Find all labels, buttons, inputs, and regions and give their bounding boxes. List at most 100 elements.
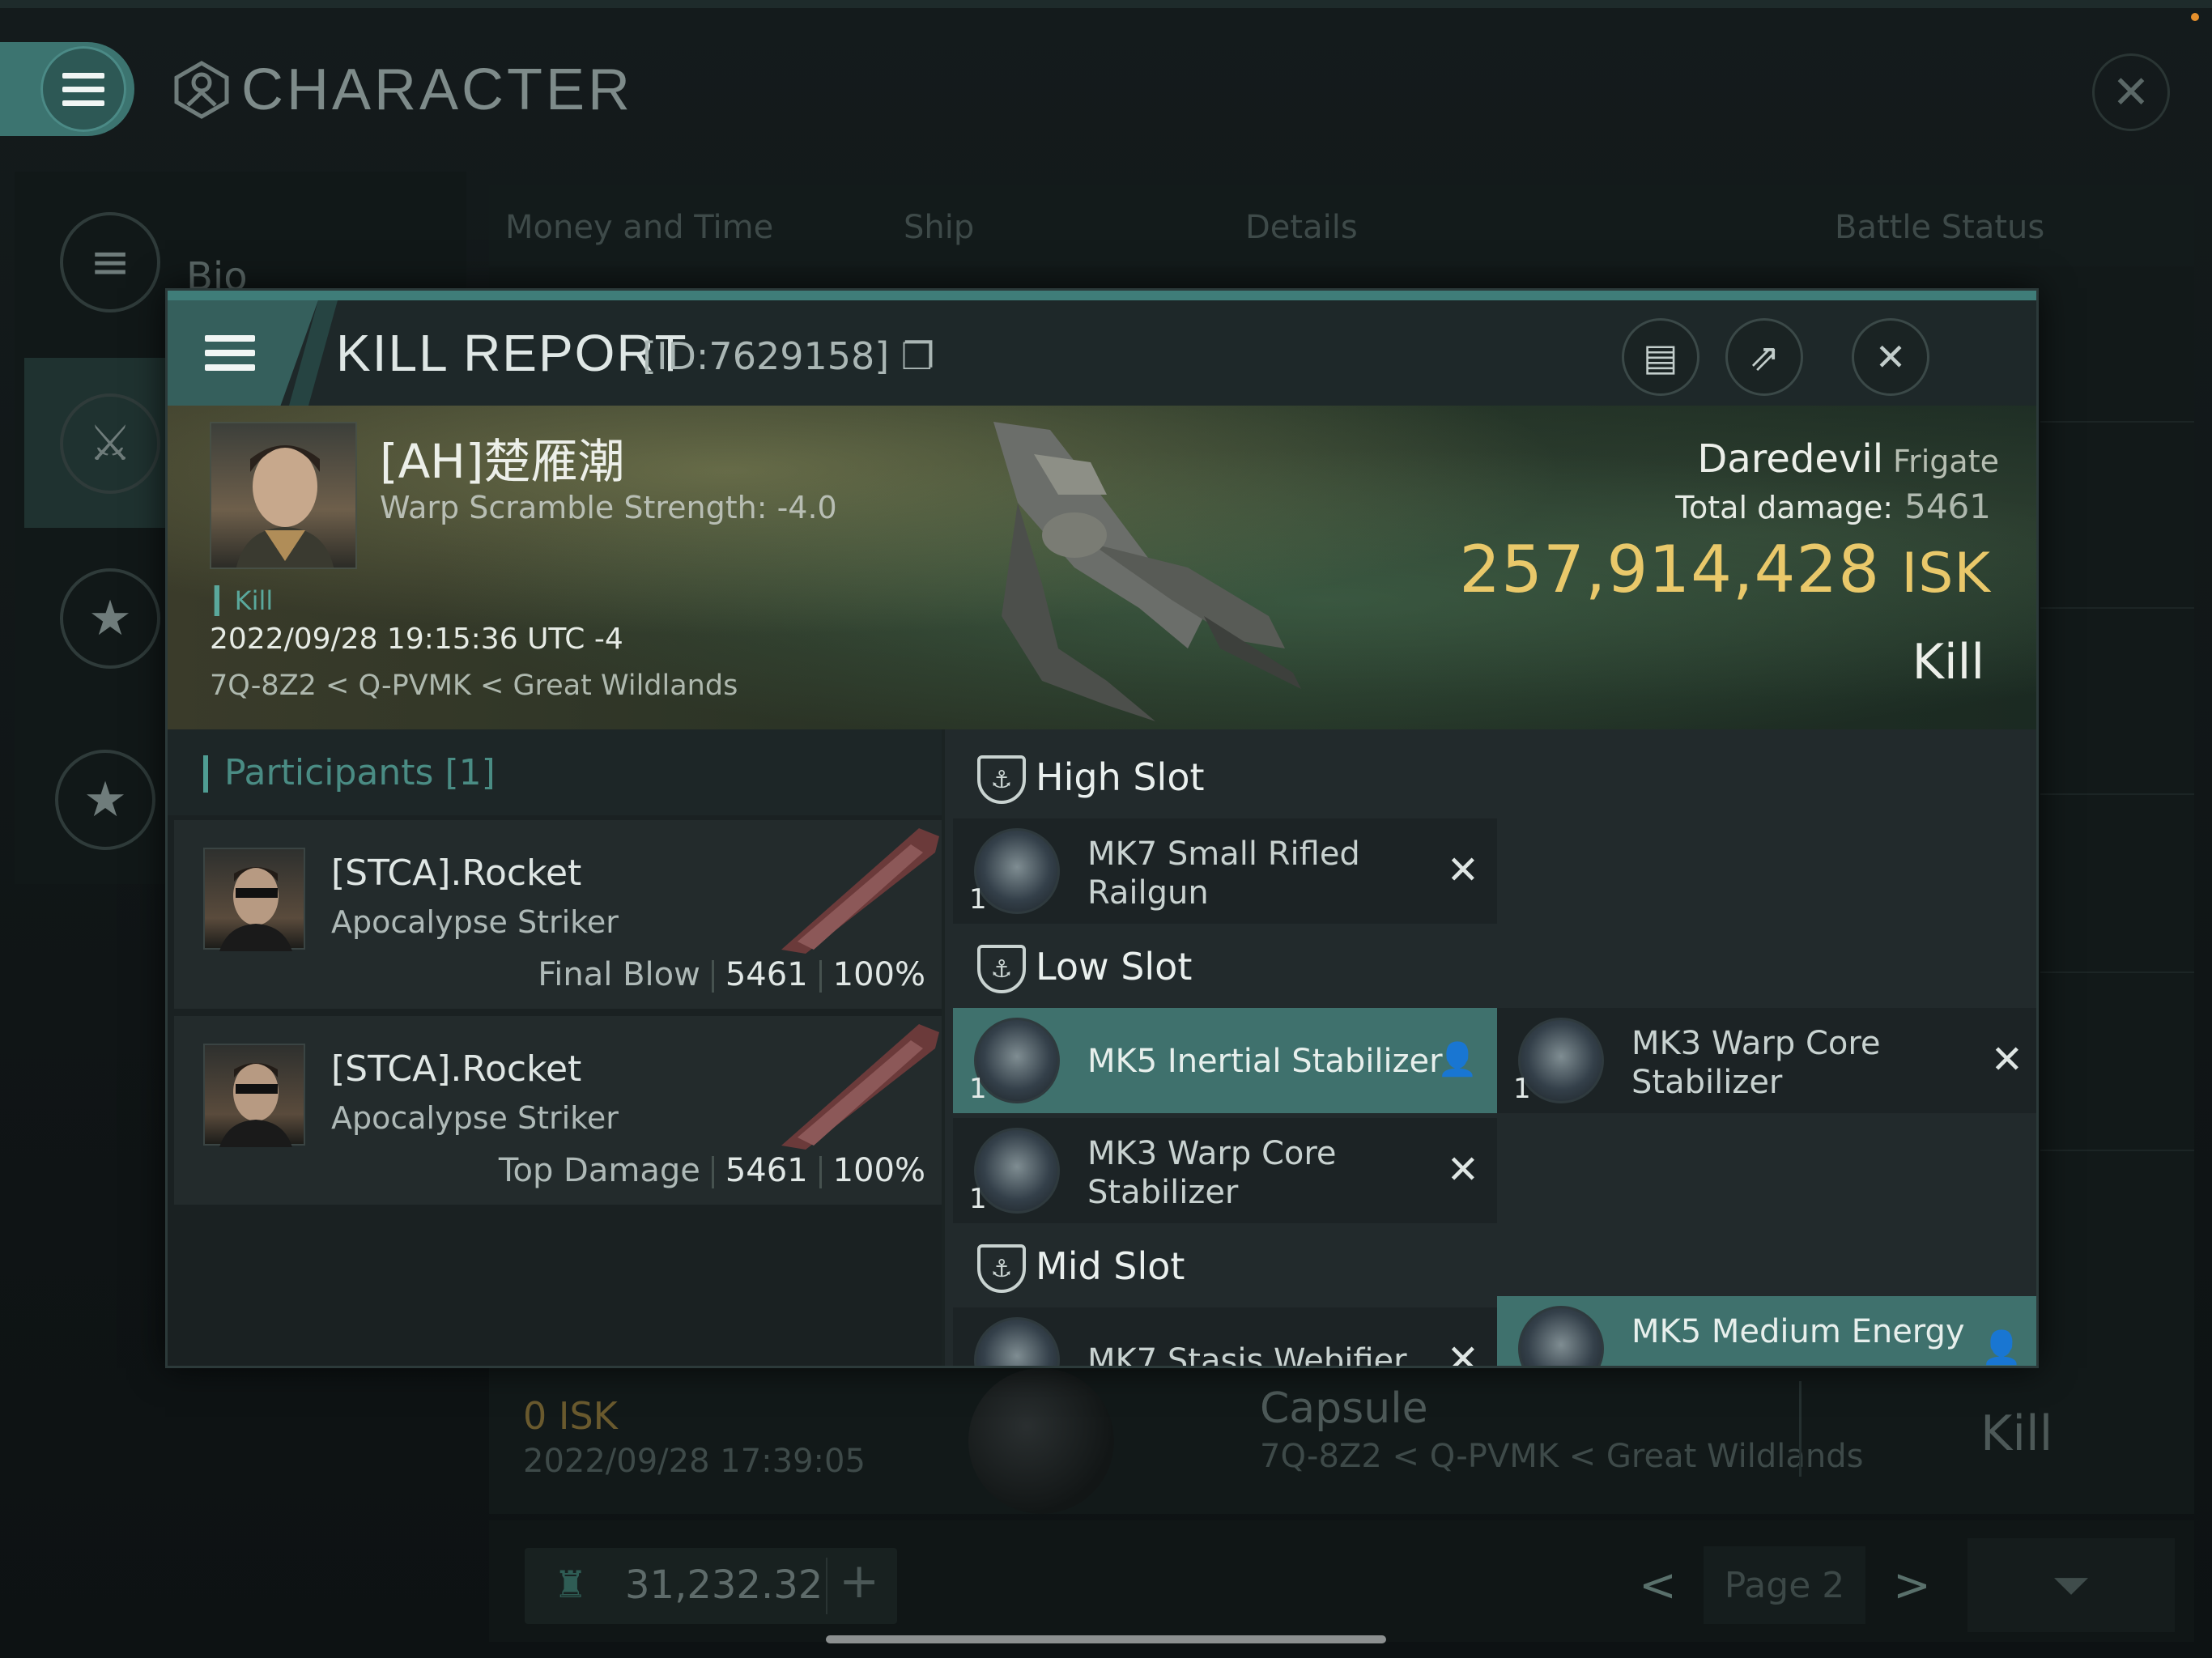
module-item[interactable]: 1 MK7 Stasis Webifier ✕ [953, 1307, 1497, 1368]
modal-close-button[interactable]: ✕ [1852, 318, 1929, 396]
page-title-text: CHARACTER [241, 57, 634, 122]
victim-banner: [AH]楚雁潮 Warp Scramble Strength: -4.0 ▎Ki… [168, 406, 2036, 729]
tab-battle-status[interactable]: Battle Status [1835, 209, 2044, 246]
tab-ship[interactable]: Ship [904, 209, 974, 246]
menu-circle [40, 46, 126, 132]
copy-icon: ❐ [900, 334, 935, 378]
dropped-icon: 👤 [1981, 1329, 2022, 1367]
row-status: Kill [1980, 1405, 2053, 1462]
ship-class: Frigate [1893, 444, 1999, 479]
page-indicator: Page 2 [1704, 1546, 1865, 1624]
home-indicator[interactable] [826, 1635, 1386, 1643]
module-qty: 1 [969, 1073, 987, 1105]
row-divider [2040, 793, 2194, 795]
wallet-amount: 31,232.32 [625, 1562, 823, 1608]
row-isk: 0 ISK [523, 1394, 618, 1438]
participant-row[interactable]: [STCA].Rocket Apocalypse Striker Final B… [174, 820, 942, 1011]
row-ship-type: Capsule [1260, 1384, 1428, 1433]
kill-location[interactable]: 7Q-8Z2 < Q-PVMK < Great Wildlands [210, 670, 738, 702]
railgun-icon [974, 828, 1060, 914]
module-name: MK5 Medium Energy [1631, 1313, 1965, 1350]
filter-icon: ⏷ [2052, 1557, 2091, 1613]
tab-details[interactable]: Details [1245, 209, 1358, 246]
stat-separator [711, 960, 714, 993]
participant-row[interactable]: [STCA].Rocket Apocalypse Striker Top Dam… [174, 1016, 942, 1207]
top-border [0, 0, 2212, 8]
stasis-webifier-icon [974, 1317, 1060, 1366]
module-item[interactable]: 1 MK5 Inertial Stabilizer 👤 [953, 1008, 1497, 1113]
participant-avatar[interactable] [203, 1044, 305, 1147]
page-close-button[interactable]: ✕ [2092, 53, 2170, 131]
participant-ship: Apocalypse Striker [331, 904, 619, 940]
inertial-stabilizer-icon [974, 1018, 1060, 1103]
kill-tag-text: Kill [234, 585, 274, 616]
star-badge-icon: ★ [60, 568, 160, 669]
isk-value: 257,914,428 ISK [1459, 532, 1991, 607]
participant-face-image [219, 867, 292, 951]
capsule-ship-image [968, 1368, 1114, 1514]
kill-tag: ▎Kill [215, 585, 274, 616]
module-name: MK3 Warp Core Stabilizer [1087, 1135, 1337, 1211]
row-date: 2022/09/28 17:39:05 [523, 1443, 866, 1480]
participant-name[interactable]: [STCA].Rocket [331, 1048, 581, 1090]
module-qty: 1 [1513, 1361, 1531, 1366]
tab-money-and-time[interactable]: Money and Time [505, 209, 773, 246]
next-page-button[interactable]: > [1893, 1559, 1931, 1612]
row-divider [2040, 421, 2194, 423]
share-icon: ⇗ [1748, 335, 1780, 379]
victim-name[interactable]: [AH]楚雁潮 [380, 423, 625, 491]
module-name: MK7 Stasis Webifier [1087, 1342, 1407, 1368]
isk-amount: 257,914,428 [1459, 532, 1881, 607]
victim-portrait[interactable] [210, 422, 357, 569]
slot-label: Low Slot [1036, 945, 1193, 988]
mid-slot-header: ⚓ Mid Slot [945, 1223, 2036, 1307]
total-damage: Total damage: 5461 [1675, 487, 1991, 526]
module-item[interactable]: 1 MK3 Warp Core Stabilizer ✕ [1497, 1008, 2036, 1113]
ship-name-text: Daredevil [1697, 436, 1884, 482]
participant-damage: 5461 [725, 1152, 808, 1189]
modal-accent-bar [168, 291, 2036, 300]
module-item[interactable]: 1 MK3 Warp Core Stabilizer ✕ [953, 1118, 1497, 1223]
daredevil-ship-image [993, 422, 1301, 721]
share-button[interactable]: ⇗ [1725, 318, 1803, 396]
slot-shield-icon: ⚓ [977, 945, 1026, 993]
hamburger-icon [62, 72, 104, 106]
status-dot [2191, 13, 2199, 21]
clipboard-icon: ▤ [1643, 335, 1678, 379]
kill-report-id[interactable]: [ID:7629158] ❐ [642, 334, 934, 378]
clipboard-button[interactable]: ▤ [1622, 318, 1699, 396]
wallet-add-button[interactable]: + [839, 1553, 879, 1609]
victim-subtitle: Warp Scramble Strength: -4.0 [380, 490, 837, 525]
total-damage-value: 5461 [1904, 487, 1991, 526]
module-item[interactable]: 1 MK5 Medium Energy 👤 [1497, 1296, 2036, 1367]
participant-name[interactable]: [STCA].Rocket [331, 852, 581, 894]
module-name: MK5 Inertial Stabilizer [1087, 1043, 1443, 1080]
participants-title: Participants [1] [224, 752, 496, 793]
module-item[interactable]: 1 MK7 Small Rifled Railgun ✕ [953, 818, 1497, 924]
row-divider [2040, 971, 2194, 973]
high-slot-header: ⚓ High Slot [945, 734, 2036, 818]
kill-list-row[interactable] [489, 1360, 2194, 1514]
participant-avatar[interactable] [203, 848, 305, 951]
apocalypse-ship-image [781, 828, 939, 954]
participants-header: Participants [1] [168, 729, 942, 815]
destroyed-icon: ✕ [1446, 1147, 1479, 1192]
ship-name[interactable]: Daredevil Frigate [1697, 436, 1999, 482]
main-menu-button[interactable] [0, 42, 134, 136]
filter-button[interactable]: ⏷ [1967, 1538, 2175, 1632]
module-name: MK7 Small Rifled Railgun [1087, 835, 1360, 912]
apocalypse-ship-image [781, 1024, 939, 1150]
character-emblem-icon [174, 61, 229, 119]
row-location: 7Q-8Z2 < Q-PVMK < Great Wildlands [1260, 1438, 1864, 1475]
prev-page-button[interactable]: < [1639, 1559, 1677, 1612]
low-slot-header: ⚓ Low Slot [945, 924, 2036, 1008]
kill-report-modal: KILL REPORT [ID:7629158] ❐ ▤ ⇗ ✕ [AH]楚雁潮… [165, 288, 2039, 1368]
slot-shield-icon: ⚓ [977, 755, 1026, 804]
participant-stats: Top Damage 5461 100% [499, 1152, 925, 1189]
destroyed-icon: ✕ [1446, 848, 1479, 893]
isk-unit: ISK [1901, 542, 1991, 606]
energy-weapon-icon [1518, 1306, 1604, 1366]
stat-separator [711, 1156, 714, 1188]
participant-role: Final Blow [538, 956, 700, 993]
kill-list-tabs: Money and Time Ship Details Battle Statu… [489, 185, 2194, 266]
